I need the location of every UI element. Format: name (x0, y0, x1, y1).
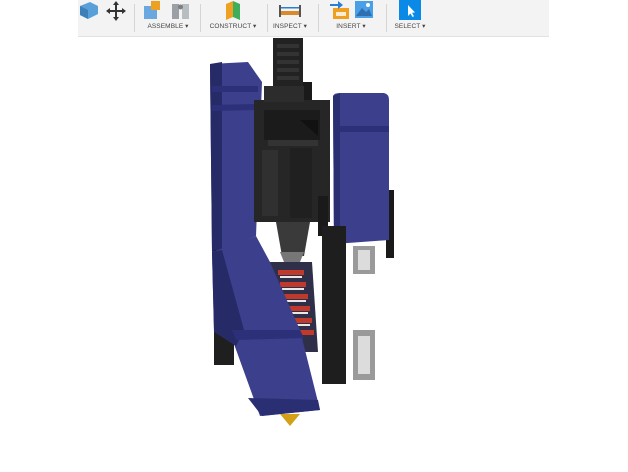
joint-icon[interactable] (170, 1, 192, 20)
assemble-group[interactable]: ASSEMBLE ▾ (140, 0, 196, 36)
inspect-group[interactable]: INSPECT ▾ (272, 0, 308, 36)
right-fan-duct (333, 93, 389, 244)
construct-group[interactable]: CONSTRUCT ▾ (204, 0, 262, 36)
select-button[interactable] (399, 0, 421, 20)
separator (134, 4, 135, 32)
print-head-assembly[interactable] (210, 38, 394, 426)
separator (386, 4, 387, 32)
select-group[interactable]: SELECT ▾ (390, 0, 430, 36)
insert-group[interactable]: INSERT ▾ (324, 0, 378, 36)
box-icon[interactable] (78, 2, 98, 20)
measure-icon[interactable] (278, 1, 302, 20)
separator (267, 4, 268, 32)
move-icon[interactable] (106, 1, 126, 21)
construct-label[interactable]: CONSTRUCT ▾ (204, 22, 262, 30)
nozzle (280, 414, 300, 426)
insert-image-icon[interactable] (354, 0, 374, 20)
separator (200, 4, 201, 32)
model-viewport[interactable] (0, 37, 628, 472)
insert-derive-icon[interactable] (330, 0, 350, 20)
separator (318, 4, 319, 32)
select-label[interactable]: SELECT ▾ (390, 22, 430, 30)
offset-plane-icon[interactable] (224, 1, 242, 20)
insert-label[interactable]: INSERT ▾ (324, 22, 378, 30)
select-arrow-icon (408, 5, 415, 17)
toolbar: ASSEMBLE ▾ CONSTRUCT ▾ INSPECT ▾ INSERT … (78, 0, 549, 37)
inspect-label[interactable]: INSPECT ▾ (272, 22, 308, 30)
new-component-icon[interactable] (142, 1, 164, 20)
assemble-label[interactable]: ASSEMBLE ▾ (140, 22, 196, 30)
